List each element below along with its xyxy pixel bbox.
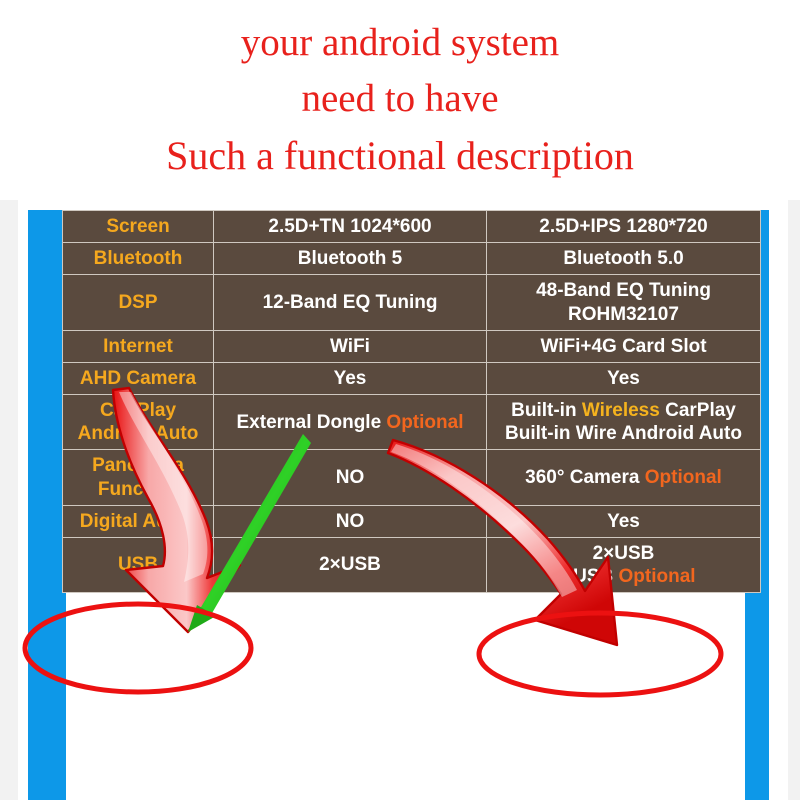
spec-sheet-frame: Screen 2.5D+TN 1024*600 2.5D+IPS 1280*72… [0, 200, 800, 800]
specification-table: Screen 2.5D+TN 1024*600 2.5D+IPS 1280*72… [62, 209, 761, 594]
value-screen-b: 2.5D+IPS 1280*720 [486, 209, 761, 244]
value-carplay-b: Built-in Wireless CarPlay Built-in Wire … [486, 394, 761, 451]
value-carplay-a-optional: Optional [386, 411, 464, 433]
value-panorama-b: 360° Camera Optional [486, 449, 761, 506]
value-usb-a: 2×USB [213, 536, 487, 594]
feature-label-carplay-androidauto: Car Play Android Auto [62, 394, 214, 451]
value-bluetooth-b: Bluetooth 5.0 [486, 242, 761, 276]
value-dsp-b-line1: 48-Band EQ Tuning [536, 280, 711, 302]
blue-border-left [28, 210, 66, 800]
table-row: Car Play Android Auto External Dongle Op… [62, 394, 761, 451]
value-usb-b: 2×USB 4×USB Optional [486, 536, 761, 594]
value-carplay-b-l2-post: Wire Android Auto [575, 423, 742, 445]
value-ahd-camera-b: Yes [486, 361, 761, 396]
value-carplay-b-l1-pre: Built-in [511, 400, 582, 422]
value-usb-b-line2-pre: 4×USB [551, 566, 619, 588]
value-digital-audio-a: NO [213, 504, 487, 538]
headline-line-1: your android system [240, 21, 560, 65]
value-dsp-a: 12-Band EQ Tuning [213, 274, 487, 331]
headline-line-3: Such a functional description [166, 133, 634, 179]
feature-label-ahd-camera: AHD Camera [62, 361, 214, 396]
feature-label-usb: USB [62, 536, 214, 594]
table-row: USB 2×USB 2×USB 4×USB Optional [62, 536, 761, 594]
value-screen-a: 2.5D+TN 1024*600 [213, 209, 487, 244]
value-usb-b-line2-optional: Optional [618, 566, 696, 588]
feature-label-panorama-function: Panorama Function [62, 449, 214, 506]
value-panorama-a: NO [213, 449, 487, 506]
header-banner: your android system need to have Such a … [0, 0, 800, 200]
table-row: AHD Camera Yes Yes [62, 361, 761, 396]
value-dsp-b-line2: ROHM32107 [568, 303, 679, 325]
feature-carplay-line1: Car Play [99, 400, 177, 422]
feature-label-screen: Screen [62, 209, 214, 244]
page-edge-left [0, 200, 18, 800]
value-digital-audio-b: Yes [486, 504, 761, 538]
feature-panorama-line2: Function [97, 478, 179, 500]
table-row: DSP 12-Band EQ Tuning 48-Band EQ Tuning … [62, 274, 761, 331]
value-carplay-b-l1-post: CarPlay [659, 400, 736, 422]
feature-label-dsp: DSP [62, 274, 214, 331]
value-ahd-camera-a: Yes [213, 361, 487, 396]
value-usb-b-line1: 2×USB [592, 542, 655, 564]
value-bluetooth-a: Bluetooth 5 [213, 242, 487, 276]
feature-carplay-line2: Android Auto [77, 423, 199, 445]
feature-label-digital-audio: Digital Audio [62, 504, 214, 538]
table-row: Panorama Function NO 360° Camera Optiona… [62, 449, 761, 506]
value-carplay-a-main: External Dongle [236, 411, 387, 433]
table-row: Bluetooth Bluetooth 5 Bluetooth 5.0 [62, 242, 761, 276]
value-panorama-b-optional: Optional [644, 466, 722, 488]
value-panorama-b-main: 360° Camera [525, 466, 645, 488]
value-internet-b: WiFi+4G Card Slot [486, 329, 761, 363]
table-row: Digital Audio NO Yes [62, 504, 761, 538]
page-edge-right [788, 200, 800, 800]
feature-label-internet: Internet [62, 329, 214, 363]
value-dsp-b: 48-Band EQ Tuning ROHM32107 [486, 274, 761, 331]
value-carplay-b-l2-pre: Built-in [505, 423, 576, 445]
feature-panorama-line1: Panorama [92, 455, 184, 477]
table-row: Internet WiFi WiFi+4G Card Slot [62, 329, 761, 363]
value-internet-a: WiFi [213, 329, 487, 363]
feature-label-bluetooth: Bluetooth [62, 242, 214, 276]
value-carplay-a: External Dongle Optional [213, 394, 487, 451]
value-carplay-b-l1-highlight: Wireless [581, 400, 660, 422]
headline-line-2: need to have [301, 77, 499, 121]
table-row: Screen 2.5D+TN 1024*600 2.5D+IPS 1280*72… [62, 209, 761, 244]
